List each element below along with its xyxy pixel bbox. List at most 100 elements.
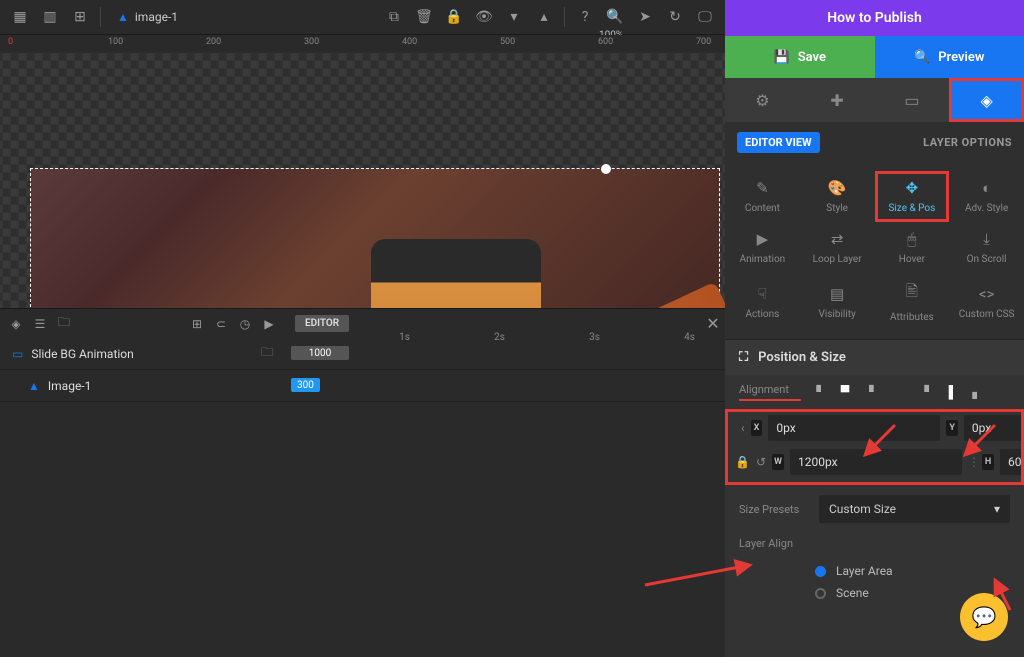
height-input[interactable] — [1000, 449, 1024, 475]
timeline-toolbar: ◈ ☰ 🗀 ⊞ ⊂ ◷ ▶ EDITOR 1s 2s 3s 4s ✕ — [0, 308, 725, 338]
stopwatch-icon[interactable]: ◷ — [235, 314, 255, 334]
tool-hover[interactable]: 🖱Hover — [875, 222, 950, 273]
move-icon: ✥ — [906, 179, 919, 197]
product-tube — [579, 282, 725, 308]
tab-label: image-1 — [135, 10, 178, 24]
reset-icon[interactable]: ↺ — [756, 455, 766, 469]
timeline-chip[interactable]: 300 — [291, 378, 320, 392]
row-label: Slide BG Animation — [31, 347, 133, 361]
x-input[interactable] — [768, 415, 940, 441]
up-icon[interactable]: ▴ — [530, 3, 558, 31]
timeline-row-bg[interactable]: ▭ Slide BG Animation 🗀 1000 — [0, 338, 725, 370]
tool-content[interactable]: ✎Content — [725, 171, 800, 222]
code-icon: <> — [979, 285, 994, 303]
tool-size-pos[interactable]: ✥Size & Pos — [875, 171, 950, 222]
save-button[interactable]: 💾 Save — [725, 36, 875, 78]
delete-icon[interactable]: 🗑 — [410, 3, 438, 31]
document-icon: 🖹 — [906, 281, 918, 306]
magnet-icon[interactable]: ⊂ — [211, 314, 231, 334]
more-icon[interactable]: ⋮ — [968, 455, 976, 469]
editor-view-badge[interactable]: EDITOR VIEW — [737, 132, 820, 153]
chat-icon: 💬 — [972, 605, 997, 629]
preview-button[interactable]: 🔍 Preview — [875, 36, 1024, 78]
tab-slide[interactable]: ▭ — [875, 78, 950, 122]
pointer-icon[interactable]: ➤ — [631, 3, 659, 31]
screen-icon[interactable]: 🖵 — [691, 3, 719, 31]
tool-actions[interactable]: ☟Actions — [725, 273, 800, 331]
tool-style[interactable]: 🎨Style — [800, 171, 875, 222]
help-icon[interactable]: ? — [571, 3, 599, 31]
layer-align-label: Layer Align — [739, 537, 809, 550]
tool-adv-style[interactable]: ◐Adv. Style — [949, 171, 1024, 222]
size-presets-row: Size Presets Custom Size ▾ — [725, 485, 1024, 533]
layers-icon[interactable]: ◈ — [6, 314, 26, 334]
tool-on-scroll[interactable]: ⤓On Scroll — [949, 222, 1024, 273]
play-icon[interactable]: ▶ — [259, 314, 279, 334]
editor-badge: EDITOR — [295, 315, 349, 332]
tab-image-1[interactable]: ▲ image-1 — [107, 10, 188, 24]
folder-icon[interactable]: 🗀 — [261, 343, 273, 364]
layer-options-label[interactable]: LAYER OPTIONS — [923, 136, 1012, 149]
w-label: W — [772, 454, 784, 470]
tool-loop-layer[interactable]: ⇄Loop Layer — [800, 222, 875, 273]
arrow-left-icon[interactable]: ‹ — [741, 421, 745, 435]
mountain-icon: ▲ — [117, 10, 129, 24]
list-icon[interactable]: ☰ — [30, 314, 50, 334]
radio-layer-area[interactable]: Layer Area — [725, 560, 1024, 582]
tool-visibility[interactable]: ▤Visibility — [800, 273, 875, 331]
tool-custom-css[interactable]: <>Custom CSS — [949, 273, 1024, 331]
tab-navigation[interactable]: ✚ — [800, 78, 875, 122]
tool-animation[interactable]: ▶Animation — [725, 222, 800, 273]
lock-icon[interactable]: 🔒 — [440, 3, 468, 31]
tool-grid: ✎Content 🎨Style ✥Size & Pos ◐Adv. Style … — [725, 163, 1024, 339]
canvas[interactable]: Blue Ridge Hemp Co CBD Infused Gel Net W… — [0, 53, 725, 308]
redo-icon[interactable]: ↻ — [661, 3, 689, 31]
save-icon: 💾 — [774, 50, 790, 65]
columns-icon[interactable]: ▥ — [36, 3, 64, 31]
selected-image-layer[interactable]: Blue Ridge Hemp Co CBD Infused Gel Net W… — [30, 168, 720, 308]
timeline-row-image[interactable]: ▲ Image-1 300 — [0, 370, 725, 402]
tab-layers[interactable]: ◈ — [949, 78, 1024, 122]
width-input[interactable] — [790, 449, 962, 475]
grid-snap-icon[interactable]: ⊞ — [187, 314, 207, 334]
x-label: X — [751, 420, 763, 436]
resize-handle[interactable] — [601, 164, 611, 174]
align-center-icon[interactable]: ▀ — [835, 383, 855, 401]
align-right-icon[interactable]: ▝ — [859, 383, 879, 401]
add-panel-icon[interactable]: ⊞ — [66, 3, 94, 31]
lock-icon[interactable]: 🔒 — [735, 455, 750, 469]
align-top-icon[interactable]: ▘ — [919, 383, 939, 401]
size-presets-select[interactable]: Custom Size ▾ — [819, 495, 1010, 523]
folder-icon[interactable]: 🗀 — [54, 314, 74, 334]
scroll-icon: ⤓ — [983, 230, 990, 248]
close-icon[interactable]: ✕ — [701, 314, 725, 333]
h-label: H — [982, 454, 994, 470]
pencil-icon: ✎ — [756, 179, 769, 197]
palette-icon: 🎨 — [828, 179, 847, 197]
dropdown-icon[interactable]: ▾ — [500, 3, 528, 31]
gear-icon: ⚙ — [755, 91, 769, 110]
plus-icon: ✚ — [830, 91, 843, 110]
tab-settings[interactable]: ⚙ — [725, 78, 800, 122]
section-position-size[interactable]: ⛶ Position & Size — [725, 339, 1024, 375]
finger-icon: ☟ — [758, 285, 767, 303]
visibility-icon[interactable]: 👁 — [470, 3, 498, 31]
tool-attributes[interactable]: 🖹Attributes — [875, 273, 950, 331]
slide-icon: ▭ — [12, 347, 23, 361]
copy-icon[interactable]: ⧉ — [380, 3, 408, 31]
align-bottom-icon[interactable]: ▖ — [967, 383, 987, 401]
grid-icon[interactable]: ▦ — [6, 3, 34, 31]
zoom-icon[interactable]: 🔍 100% — [601, 3, 629, 31]
align-left-icon[interactable]: ▘ — [811, 383, 831, 401]
search-icon: 🔍 — [914, 50, 930, 65]
chat-fab[interactable]: 💬 — [960, 593, 1008, 641]
mouse-icon: 🖱 — [907, 230, 916, 248]
timeline-chip[interactable]: 1000 — [291, 346, 349, 360]
play-icon: ▶ — [757, 230, 769, 248]
align-middle-icon[interactable]: ▌ — [943, 383, 963, 401]
row-label: Image-1 — [48, 379, 91, 393]
y-input[interactable] — [964, 415, 1024, 441]
size-presets-label: Size Presets — [739, 503, 809, 516]
visibility-icon: ▤ — [830, 285, 844, 303]
howto-publish-bar[interactable]: How to Publish — [725, 0, 1024, 36]
